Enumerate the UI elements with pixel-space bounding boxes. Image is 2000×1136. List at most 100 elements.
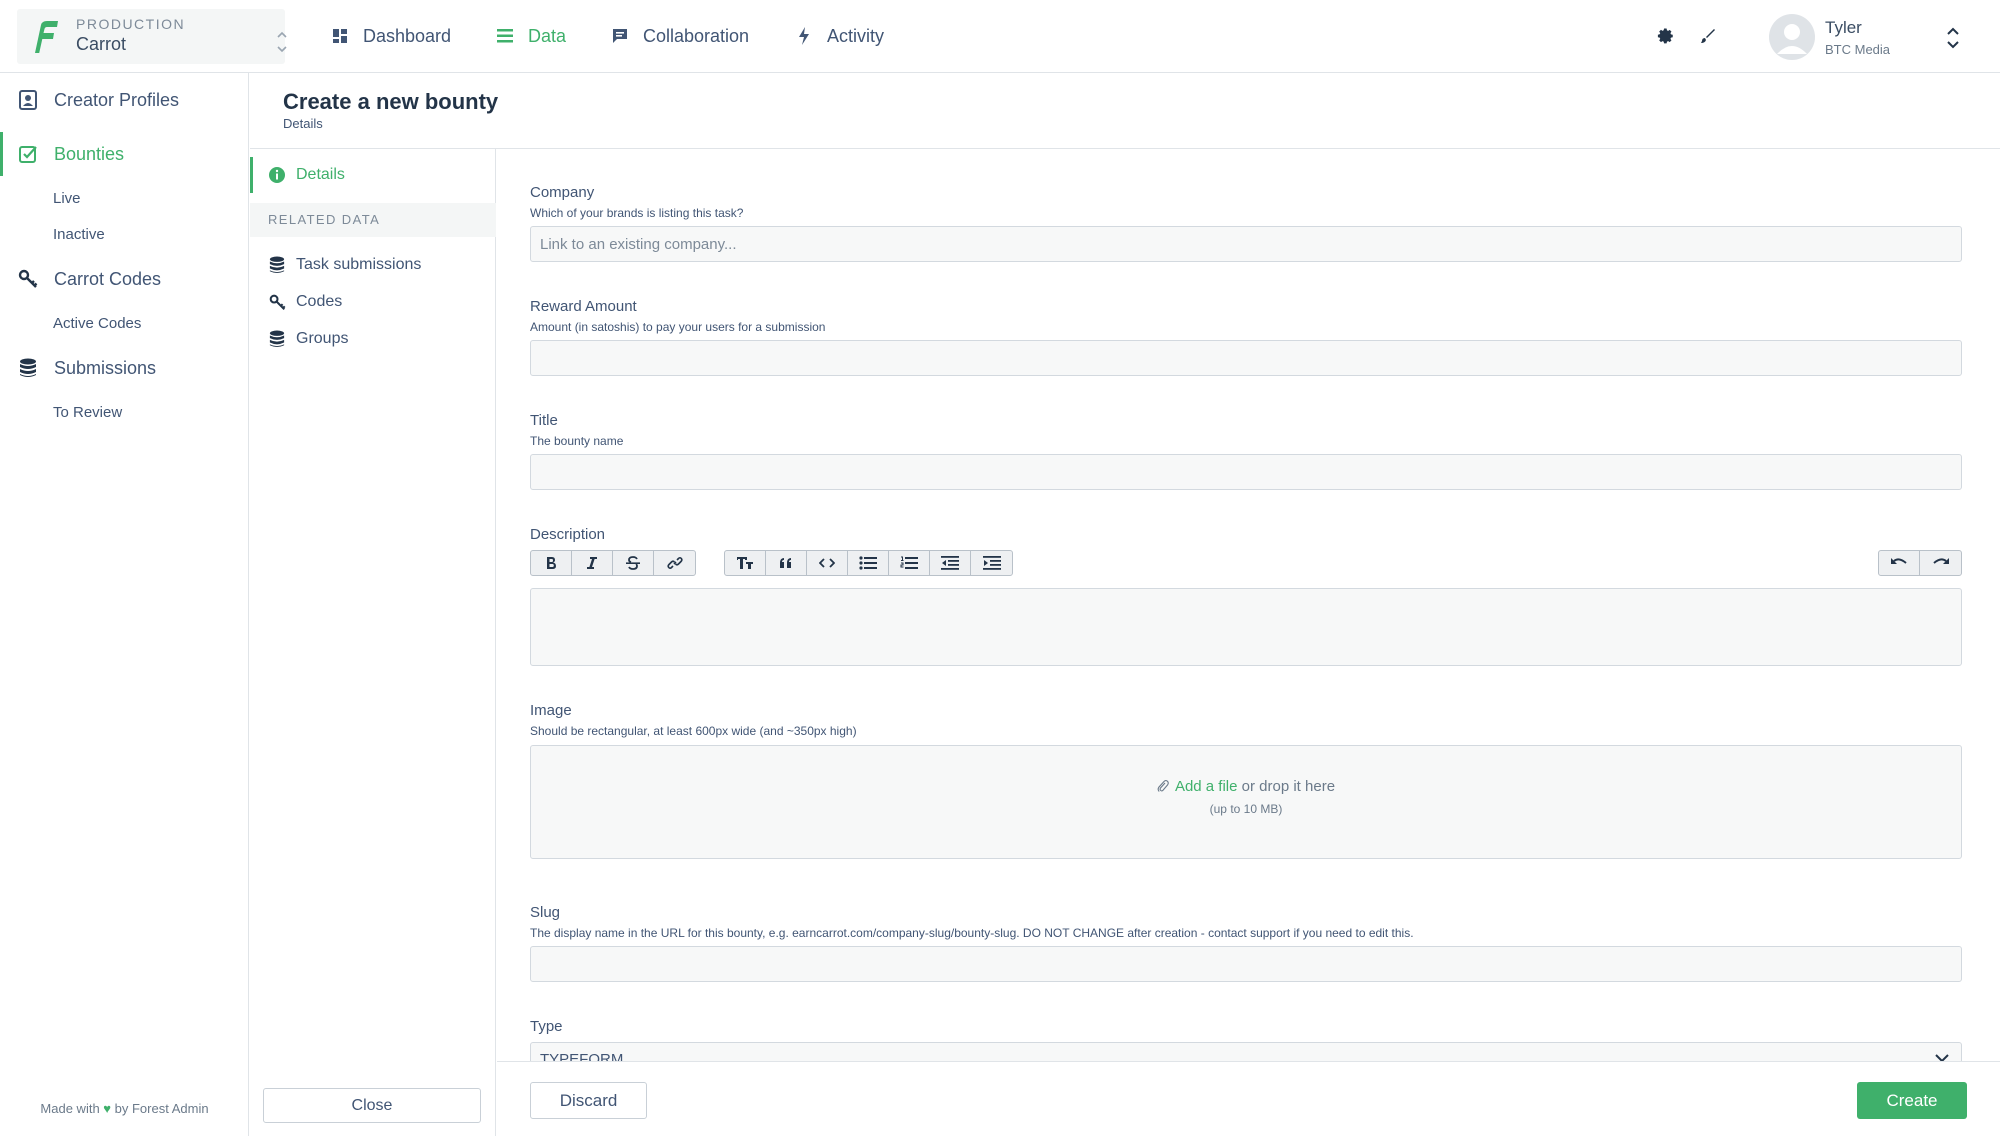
dashboard-icon [329, 25, 351, 47]
reward-amount-label: Reward Amount [530, 298, 637, 315]
bounty-form: Company Which of your brands is listing … [497, 149, 2000, 1061]
nav-activity[interactable]: Activity [793, 20, 884, 52]
numbered-list-icon[interactable] [889, 551, 930, 575]
user-name: Tyler [1825, 18, 1862, 37]
outdent-icon[interactable] [930, 551, 971, 575]
quote-icon[interactable] [766, 551, 807, 575]
reward-amount-help: Amount (in satoshis) to pay your users f… [530, 320, 826, 334]
nav-collaboration[interactable]: Collaboration [609, 20, 749, 52]
description-editor[interactable] [530, 588, 1962, 666]
strikethrough-icon[interactable] [613, 551, 654, 575]
user-organization: BTC Media [1825, 42, 1891, 57]
bullet-list-icon[interactable] [848, 551, 889, 575]
nav-data-label: Data [528, 25, 567, 46]
sidebar-sub-inactive[interactable]: Inactive [53, 226, 105, 243]
sidebar-item-creator-profiles[interactable]: Creator Profiles [0, 78, 249, 122]
company-help: Which of your brands is listing this tas… [530, 206, 744, 220]
nav-collaboration-label: Collaboration [643, 25, 750, 46]
type-label: Type [530, 1018, 563, 1035]
key-icon [17, 268, 39, 290]
environment-switcher[interactable]: PRODUCTION Carrot [17, 9, 287, 64]
switcher-chevron-icon [275, 29, 289, 55]
italic-icon[interactable] [572, 551, 613, 575]
undo-icon[interactable] [1879, 551, 1920, 575]
profile-icon [17, 89, 39, 111]
database-icon [17, 357, 39, 379]
page-header: Create a new bounty Details [250, 73, 2000, 149]
top-bar: PRODUCTION Carrot Dashboard Data Collabo… [0, 0, 2000, 73]
sidebar-item-carrot-codes[interactable]: Carrot Codes [0, 257, 249, 301]
history-toolbar [1878, 550, 1962, 576]
info-icon [269, 167, 285, 183]
slug-field[interactable] [530, 946, 1962, 982]
related-data-header: RELATED DATA [250, 203, 496, 237]
made-with-suffix: by Forest Admin [114, 1101, 209, 1116]
user-menu[interactable]: Tyler BTC Media [1769, 12, 1969, 62]
redo-icon[interactable] [1920, 551, 1961, 575]
sidebar-item-label: Submissions [54, 357, 157, 378]
sidebar-sub-to-review[interactable]: To Review [53, 404, 122, 421]
page-title: Create a new bounty [283, 89, 499, 114]
sidebar-item-label: Carrot Codes [54, 268, 162, 289]
slug-help: The display name in the URL for this bou… [530, 926, 1414, 940]
related-link-groups[interactable]: Groups [250, 324, 496, 354]
nav-dashboard-label: Dashboard [363, 25, 452, 46]
related-link-label: Groups [296, 330, 349, 347]
close-button[interactable]: Close [263, 1088, 481, 1123]
sidebar-item-label: Bounties [54, 143, 125, 164]
company-field[interactable] [530, 226, 1962, 262]
drop-hint: or drop it here [1237, 778, 1336, 795]
list-icon [494, 25, 516, 47]
add-file-link[interactable]: Add a file [1175, 778, 1238, 795]
block-format-toolbar [724, 550, 1013, 576]
company-label: Company [530, 184, 595, 201]
paperclip-icon [1157, 779, 1169, 797]
text-format-toolbar [530, 550, 696, 576]
sidebar-item-bounties[interactable]: Bounties [0, 132, 249, 176]
reward-amount-field[interactable] [530, 340, 1962, 376]
image-dropzone[interactable]: Add a file or drop it here (up to 10 MB) [530, 745, 1962, 859]
link-icon[interactable] [654, 551, 695, 575]
database-icon [268, 330, 286, 348]
related-link-task-submissions[interactable]: Task submissions [250, 250, 496, 280]
form-footer: Discard Create [497, 1061, 2000, 1136]
sidebar-item-label: Creator Profiles [54, 89, 180, 110]
bold-icon[interactable] [531, 551, 572, 575]
create-button[interactable]: Create [1857, 1082, 1967, 1119]
heading-icon[interactable] [725, 551, 766, 575]
related-link-codes[interactable]: Codes [250, 287, 496, 317]
database-icon [268, 256, 286, 274]
nav-activity-label: Activity [827, 25, 885, 46]
related-link-label: Codes [296, 293, 343, 310]
slug-label: Slug [530, 904, 561, 921]
sidebar-item-submissions[interactable]: Submissions [0, 346, 249, 390]
avatar [1769, 14, 1815, 60]
code-icon[interactable] [807, 551, 848, 575]
record-sidebar: Details RELATED DATA Task submissions Co… [250, 149, 496, 1136]
nav-data[interactable]: Data [494, 20, 566, 52]
description-label: Description [530, 526, 606, 543]
sidebar-sub-active-codes[interactable]: Active Codes [53, 315, 141, 332]
dropzone-text: Add a file or drop it here [531, 778, 1961, 797]
type-selected-value: TYPEFORM [540, 1051, 624, 1061]
image-help: Should be rectangular, at least 600px wi… [530, 724, 857, 738]
forest-logo [35, 21, 58, 53]
made-with-prefix: Made with [40, 1101, 100, 1116]
related-link-label: Task submissions [296, 256, 422, 273]
key-icon [268, 293, 286, 311]
settings-gear-icon[interactable] [1654, 24, 1678, 48]
project-name: Carrot [76, 34, 127, 54]
type-select[interactable]: TYPEFORM [530, 1042, 1962, 1061]
title-field[interactable] [530, 454, 1962, 490]
tab-details[interactable]: Details [250, 157, 496, 193]
bolt-icon [793, 25, 815, 47]
environment-label: PRODUCTION [76, 16, 186, 32]
chevron-down-icon [1935, 1054, 1949, 1061]
checkbox-icon [17, 143, 39, 165]
sidebar-sub-live[interactable]: Live [53, 190, 81, 207]
page-subtitle: Details [283, 116, 323, 131]
indent-icon[interactable] [971, 551, 1012, 575]
discard-button[interactable]: Discard [530, 1082, 647, 1119]
nav-dashboard[interactable]: Dashboard [329, 20, 451, 52]
brush-icon[interactable] [1696, 24, 1720, 48]
